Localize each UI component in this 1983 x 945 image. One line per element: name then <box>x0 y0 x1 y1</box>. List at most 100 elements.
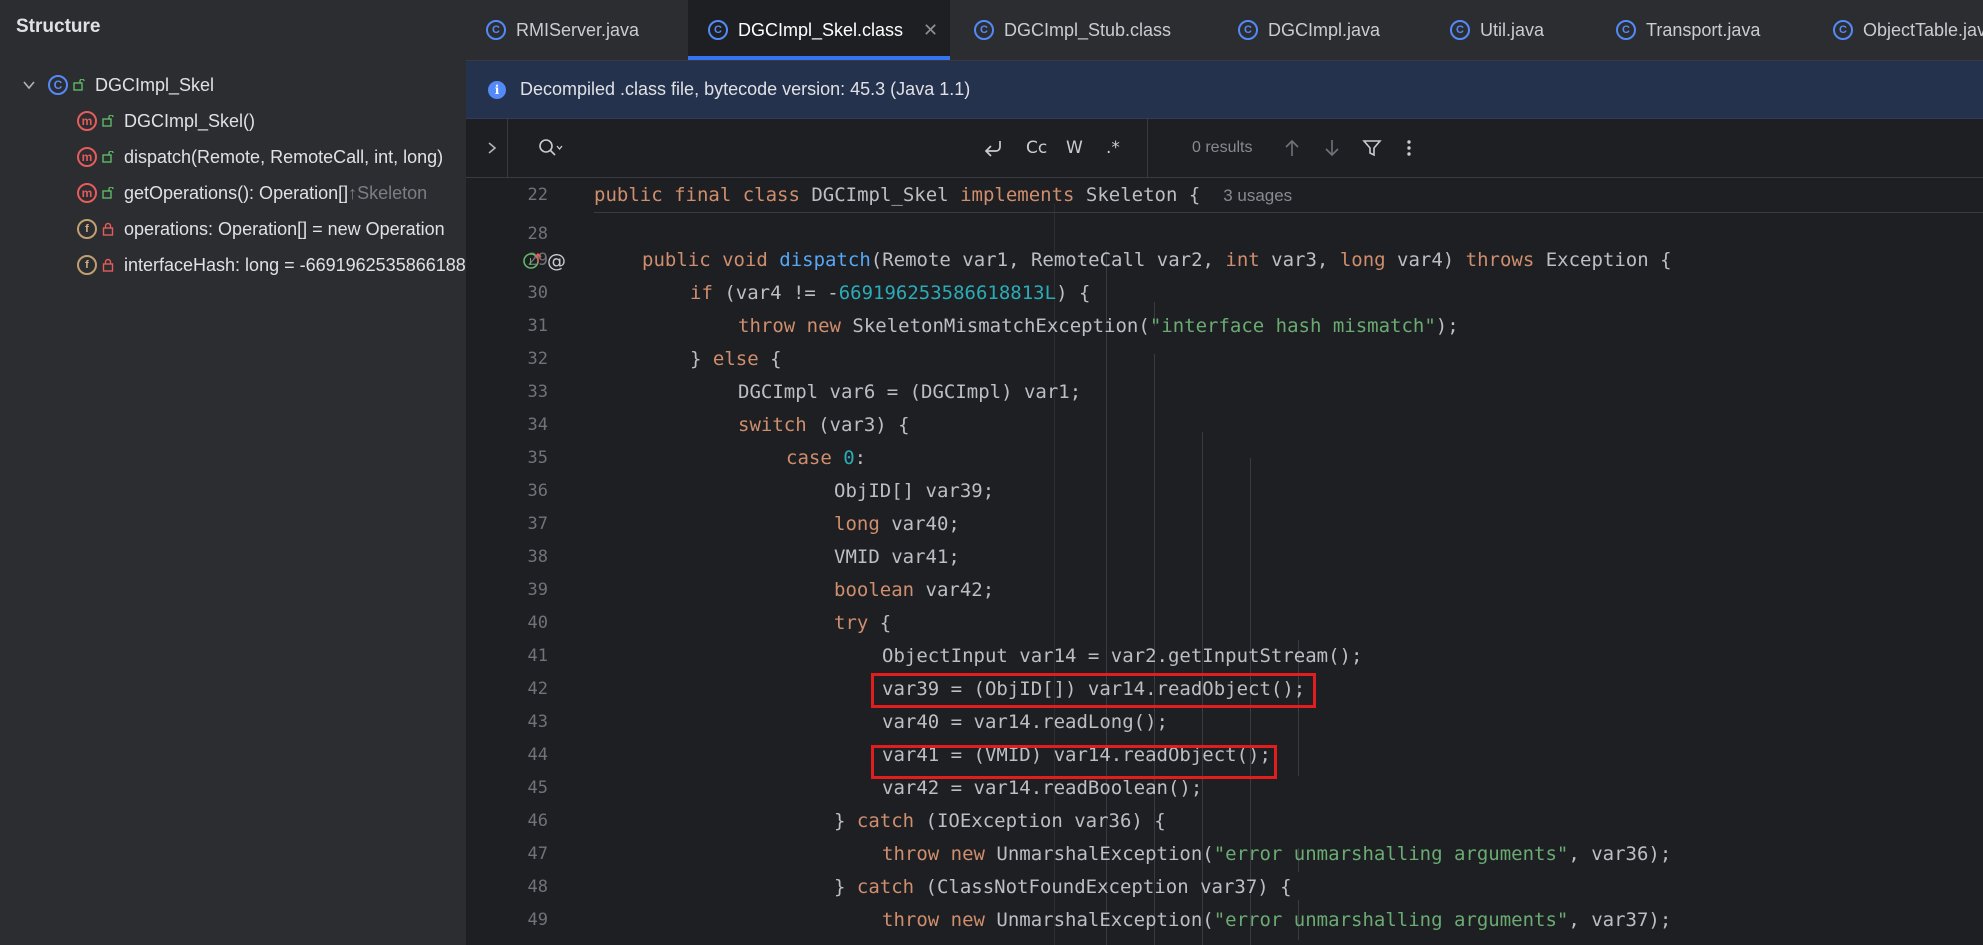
code-text: public final class DGCImpl_Skel implemen… <box>594 184 1293 206</box>
arrow-up-icon <box>1285 139 1299 156</box>
tab-rmiserver-java[interactable]: C RMIServer.java <box>466 0 686 60</box>
tree-item-field[interactable]: f operations: Operation[] = new Operatio… <box>77 212 445 246</box>
code-line: 39 boolean var42; <box>466 574 1983 607</box>
class-file-icon: C <box>708 20 728 40</box>
tab-objecttable-java[interactable]: C ObjectTable.java <box>1823 0 1983 60</box>
code-line: 32 } else { <box>466 343 1983 376</box>
tree-item-label: DGCImpl_Skel() <box>124 110 256 131</box>
line-number: 45 <box>527 778 548 798</box>
tab-dgcimpl-skel-class[interactable]: C DGCImpl_Skel.class ✕ <box>688 0 950 60</box>
expand-replace-button[interactable] <box>486 119 498 177</box>
line-number: 33 <box>527 382 548 402</box>
code-text: long var40; <box>834 513 960 535</box>
filter-icon <box>1362 140 1382 157</box>
code-text: ObjID[] var39; <box>834 480 995 502</box>
newline-toggle[interactable] <box>982 119 1004 177</box>
next-occurrence-button[interactable] <box>1324 119 1340 177</box>
line-number: 42 <box>527 679 548 699</box>
field-icon: f <box>77 219 97 239</box>
code-text: DGCImpl var6 = (DGCImpl) var1; <box>738 381 1082 403</box>
close-icon[interactable]: ✕ <box>923 20 938 41</box>
code-text: throw new SkeletonMismatchException("int… <box>738 315 1459 337</box>
line-number: 37 <box>527 514 548 534</box>
tab-label: Util.java <box>1480 19 1545 40</box>
code-text: case 0: <box>786 447 867 469</box>
code-line: 40 try { <box>466 607 1983 640</box>
line-number: 49 <box>527 910 548 930</box>
tree-item-method[interactable]: m dispatch(Remote, RemoteCall, int, long… <box>77 140 443 174</box>
line-number: 35 <box>527 448 548 468</box>
filter-button[interactable] <box>1362 119 1382 177</box>
code-line: 49 throw new UnmarshalException("error u… <box>466 904 1983 937</box>
annotation-icon[interactable]: @ <box>546 250 568 272</box>
tree-item-method[interactable]: m getOperations(): Operation[] ↑Skeleton <box>77 176 427 210</box>
code-text: } else { <box>690 348 782 370</box>
code-text: boolean var42; <box>834 579 995 601</box>
override-hint: ↑Skeleton <box>348 182 428 203</box>
line-number: 44 <box>527 745 548 765</box>
code-line: 37 long var40; <box>466 508 1983 541</box>
structure-panel: Structure C DGCImpl_Skel m DGCImpl_Skel(… <box>0 0 466 945</box>
tab-util-java[interactable]: C Util.java <box>1440 0 1600 60</box>
public-visibility-icon <box>73 79 85 91</box>
tab-label: DGCImpl_Stub.class <box>1004 19 1172 40</box>
line-number: 48 <box>527 877 548 897</box>
divider <box>507 119 508 177</box>
code-line: 31 throw new SkeletonMismatchException("… <box>466 310 1983 343</box>
previous-occurrence-button[interactable] <box>1284 119 1300 177</box>
chevron-down-icon[interactable] <box>22 78 36 92</box>
method-icon: m <box>77 183 97 203</box>
tab-transport-java[interactable]: C Transport.java <box>1606 0 1806 60</box>
chevron-right-icon <box>488 142 497 154</box>
tab-label: RMIServer.java <box>516 19 640 40</box>
tree-item-label: operations: Operation[] = new Operation <box>124 218 445 239</box>
usages-hint[interactable]: 3 usages <box>1223 186 1292 205</box>
whole-words-toggle[interactable]: W <box>1066 119 1083 177</box>
folded-region-separator <box>594 212 1983 213</box>
structure-title: Structure <box>16 16 101 37</box>
tree-item-label: getOperations(): Operation[] <box>124 182 349 203</box>
code-text: var40 = var14.readLong(); <box>882 711 1168 733</box>
java-class-icon: C <box>1833 20 1853 40</box>
code-text: } catch (IOException var36) { <box>834 810 1166 832</box>
line-number: 32 <box>527 349 548 369</box>
code-editor[interactable]: 22 public final class DGCImpl_Skel imple… <box>466 178 1983 945</box>
code-line: 34 switch (var3) { <box>466 409 1983 442</box>
field-icon: f <box>77 255 97 275</box>
tree-item-label: DGCImpl_Skel <box>95 74 215 95</box>
highlight-box-readobject-vmid <box>871 745 1277 779</box>
tab-dgcimpl-java[interactable]: C DGCImpl.java <box>1228 0 1428 60</box>
line-number: 41 <box>527 646 548 666</box>
code-text: public void dispatch(Remote var1, Remote… <box>642 249 1672 271</box>
code-line: 30 if (var4 != -669196253586618813L) { <box>466 277 1983 310</box>
tree-item-class[interactable]: C DGCImpl_Skel <box>22 68 214 102</box>
svg-text:I: I <box>529 257 532 268</box>
java-class-icon: C <box>1450 20 1470 40</box>
tab-label: DGCImpl_Skel.class <box>738 19 904 40</box>
tab-label: ObjectTable.java <box>1863 19 1983 40</box>
newline-icon <box>984 141 1001 157</box>
code-text: VMID var41; <box>834 546 960 568</box>
banner-text: Decompiled .class file, bytecode version… <box>520 79 971 99</box>
code-text: if (var4 != -669196253586618813L) { <box>690 282 1091 304</box>
java-class-icon: C <box>1238 20 1258 40</box>
search-results-count: 0 results <box>1192 139 1253 156</box>
code-line: 47 throw new UnmarshalException("error u… <box>466 838 1983 871</box>
public-visibility-icon <box>102 187 114 199</box>
regex-toggle[interactable]: .* <box>1106 119 1120 177</box>
method-icon: m <box>77 111 97 131</box>
more-vertical-icon <box>1407 140 1411 156</box>
class-icon: C <box>48 75 68 95</box>
tree-item-method[interactable]: m DGCImpl_Skel() <box>77 104 255 138</box>
lock-icon <box>102 222 114 236</box>
search-history-button[interactable] <box>538 119 564 177</box>
match-case-toggle[interactable]: Cc <box>1026 119 1047 177</box>
implements-method-icon[interactable]: I <box>522 251 544 271</box>
tab-label: Transport.java <box>1646 19 1761 40</box>
tree-item-field[interactable]: f interfaceHash: long = -669196253586618… <box>77 248 466 282</box>
public-visibility-icon <box>102 115 114 127</box>
code-line: 36 ObjID[] var39; <box>466 475 1983 508</box>
tree-item-label: interfaceHash: long = -66919625358661881… <box>124 254 466 275</box>
tab-dgcimpl-stub-class[interactable]: C DGCImpl_Stub.class <box>964 0 1214 60</box>
more-options-button[interactable] <box>1406 119 1412 177</box>
